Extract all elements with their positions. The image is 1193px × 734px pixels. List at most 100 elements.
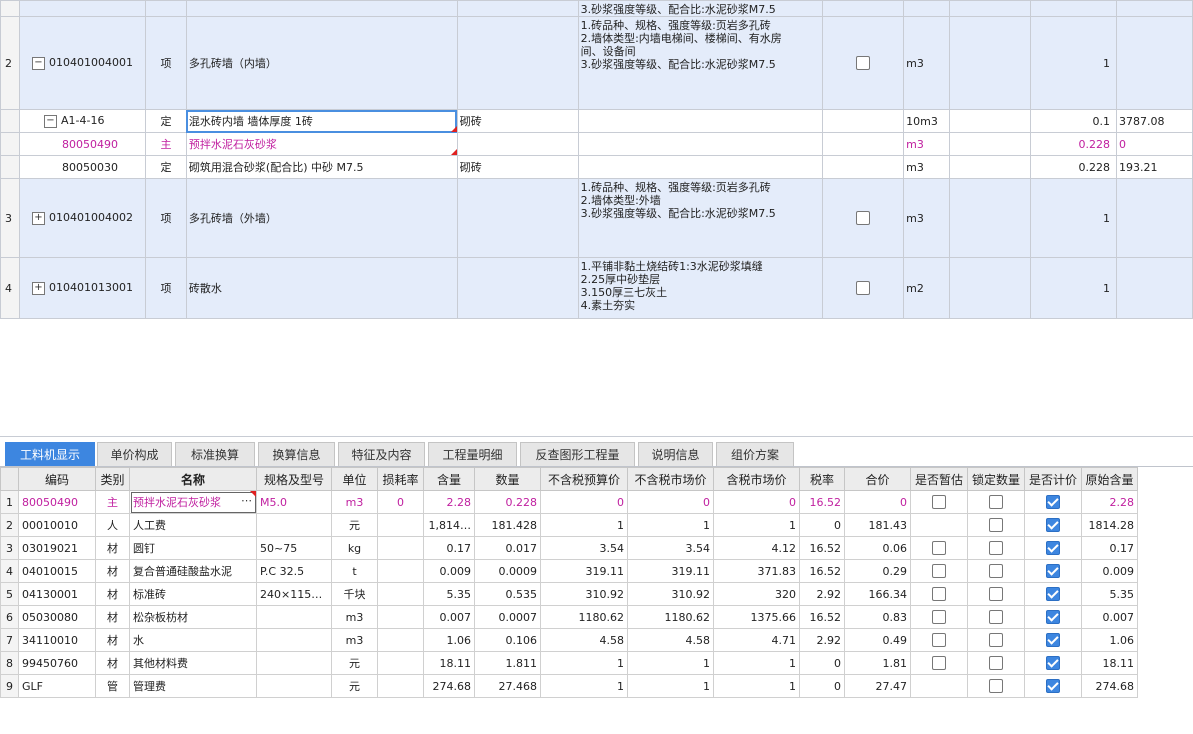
spec-cell[interactable] — [256, 513, 332, 537]
qty-cell[interactable]: 0.535 — [474, 582, 541, 606]
provisional-checkbox[interactable] — [932, 656, 946, 670]
code-cell[interactable]: − A1-4-16 — [18, 109, 146, 133]
name-cell[interactable]: 混水砖内墙 墙体厚度 1砖 — [185, 109, 458, 133]
priced-checkbox[interactable] — [1046, 679, 1060, 693]
loss-cell[interactable] — [377, 513, 424, 537]
unit-cell[interactable]: t — [331, 559, 378, 583]
name-cell[interactable]: 人工费 — [129, 513, 257, 537]
checkbox[interactable] — [856, 281, 871, 295]
column-header[interactable]: 编码 — [18, 467, 96, 491]
content-cell[interactable]: 274.68 — [423, 674, 475, 698]
spec-cell[interactable]: 50~75 — [256, 536, 332, 560]
cat-cell[interactable]: 材 — [95, 536, 130, 560]
original-content-cell[interactable]: 0.007 — [1081, 605, 1138, 629]
provisional-checkbox[interactable] — [932, 587, 946, 601]
p3-cell[interactable]: 1375.66 — [713, 605, 800, 629]
name-cell[interactable]: 标准砖 — [129, 582, 257, 606]
column-header[interactable]: 不含税市场价 — [627, 467, 714, 491]
p2-cell[interactable]: 1 — [627, 674, 714, 698]
p3-cell[interactable]: 1 — [713, 651, 800, 675]
feature-desc-cell[interactable] — [577, 155, 824, 179]
code-cell[interactable]: 03019021 — [18, 536, 96, 560]
table-row[interactable]: 2−010401004001 项多孔砖墙（内墙） 1.砖品种、规格、强度等级:页岩多… — [0, 16, 1193, 110]
original-content-cell[interactable]: 0.17 — [1081, 536, 1138, 560]
name-cell[interactable]: 砌筑用混合砂浆(配合比) 中砂 M7.5 — [185, 155, 458, 179]
priced-checkbox[interactable] — [1046, 656, 1060, 670]
cat-cell[interactable]: 管 — [95, 674, 130, 698]
unit-cell[interactable]: m3 — [331, 490, 378, 514]
code-cell[interactable]: 05030080 — [18, 605, 96, 629]
work-content-cell[interactable]: 砌砖 — [456, 155, 579, 179]
work-content-cell[interactable]: 砌砖 — [456, 109, 579, 133]
cat-cell[interactable]: 材 — [95, 559, 130, 583]
name-cell[interactable]: 砖散水 — [185, 257, 458, 319]
qty-cell[interactable]: 0.228 — [474, 490, 541, 514]
total-cell[interactable]: 0.49 — [844, 628, 911, 652]
quantity-cell[interactable]: 1 — [1030, 178, 1117, 258]
total-cell[interactable]: 0.29 — [844, 559, 911, 583]
checkbox[interactable] — [856, 211, 871, 225]
loss-cell[interactable] — [377, 605, 424, 629]
lock-qty-checkbox[interactable] — [989, 518, 1003, 532]
priced-checkbox[interactable] — [1046, 495, 1060, 509]
code-cell[interactable]: 99450760 — [18, 651, 96, 675]
table-row[interactable]: 2 00010010 人人工费元 1,814… 181.428 1 1 1 0 181.43 181… — [0, 513, 1138, 537]
content-cell[interactable]: 18.11 — [423, 651, 475, 675]
work-content-cell[interactable] — [456, 257, 579, 319]
code-cell[interactable]: GLF — [18, 674, 96, 698]
column-header[interactable]: 原始含量 — [1081, 467, 1138, 491]
qty-cell[interactable]: 27.468 — [474, 674, 541, 698]
priced-checkbox[interactable] — [1046, 633, 1060, 647]
column-header[interactable]: 合价 — [844, 467, 911, 491]
feature-desc-cell[interactable]: 1.砖品种、规格、强度等级:页岩多孔砖 2.墙体类型:外墙 3.砂浆强度等级、配… — [577, 178, 824, 258]
p1-cell[interactable]: 1 — [540, 674, 628, 698]
p1-cell[interactable]: 4.58 — [540, 628, 628, 652]
tab-4[interactable]: 换算信息 — [258, 442, 335, 466]
code-cell[interactable]: +010401013001 — [18, 257, 146, 319]
code-cell[interactable]: −010401004001 — [18, 16, 146, 110]
column-header[interactable]: 不含税预算价 — [540, 467, 628, 491]
column-header[interactable]: 是否暂估 — [910, 467, 968, 491]
tab-7[interactable]: 反查图形工程量 — [520, 442, 635, 466]
p1-cell[interactable]: 3.54 — [540, 536, 628, 560]
qty-cell[interactable]: 1.811 — [474, 651, 541, 675]
column-header[interactable]: 含量 — [423, 467, 475, 491]
loss-cell[interactable]: 0 — [377, 490, 424, 514]
tab-2[interactable]: 单价构成 — [97, 442, 172, 466]
unit-cell[interactable]: m3 — [331, 628, 378, 652]
name-cell[interactable]: 其他材料费 — [129, 651, 257, 675]
p3-cell[interactable]: 320 — [713, 582, 800, 606]
original-content-cell[interactable]: 18.11 — [1081, 651, 1138, 675]
table-row[interactable]: 7 34110010 材水 m3 1.06 0.106 4.58 4.58 4.71 2.92 0.… — [0, 628, 1138, 652]
table-row[interactable]: 80050030 定砌筑用混合砂浆(配合比) 中砂 M7.5 砌砖 m3 0.228 19… — [0, 155, 1193, 179]
code-cell[interactable]: 04130001 — [18, 582, 96, 606]
spec-cell[interactable] — [256, 605, 332, 629]
lock-qty-checkbox[interactable] — [989, 495, 1003, 509]
name-cell[interactable]: 预拌水泥石灰砂浆 ⋯ — [129, 490, 257, 514]
p1-cell[interactable]: 310.92 — [540, 582, 628, 606]
table-row[interactable]: 5 04130001 材标准砖 240×115… 千块 5.35 0.535 310.92 31… — [0, 582, 1138, 606]
spec-cell[interactable] — [256, 628, 332, 652]
qty-cell[interactable]: 0.106 — [474, 628, 541, 652]
p3-cell[interactable]: 1 — [713, 674, 800, 698]
content-cell[interactable]: 0.007 — [423, 605, 475, 629]
tax-cell[interactable]: 16.52 — [799, 490, 845, 514]
loss-cell[interactable] — [377, 628, 424, 652]
table-row[interactable]: 4 04010015 材复合普通硅酸盐水泥 P.C 32.5 t 0.009 0.0009 3… — [0, 559, 1138, 583]
quantity-cell[interactable]: 1 — [1030, 257, 1117, 319]
original-content-cell[interactable]: 2.28 — [1081, 490, 1138, 514]
loss-cell[interactable] — [377, 651, 424, 675]
qty-cell[interactable]: 0.0009 — [474, 559, 541, 583]
spec-cell[interactable] — [256, 674, 332, 698]
cat-cell[interactable]: 人 — [95, 513, 130, 537]
p2-cell[interactable]: 4.58 — [627, 628, 714, 652]
provisional-checkbox[interactable] — [932, 610, 946, 624]
qty-cell[interactable]: 0.0007 — [474, 605, 541, 629]
unit-cell[interactable]: m3 — [903, 155, 951, 179]
p1-cell[interactable]: 0 — [540, 490, 628, 514]
content-cell[interactable]: 2.28 — [423, 490, 475, 514]
column-header[interactable]: 规格及型号 — [256, 467, 332, 491]
quantity-cell[interactable]: 0.1 — [1030, 109, 1117, 133]
content-cell[interactable]: 5.35 — [423, 582, 475, 606]
p3-cell[interactable]: 0 — [713, 490, 800, 514]
